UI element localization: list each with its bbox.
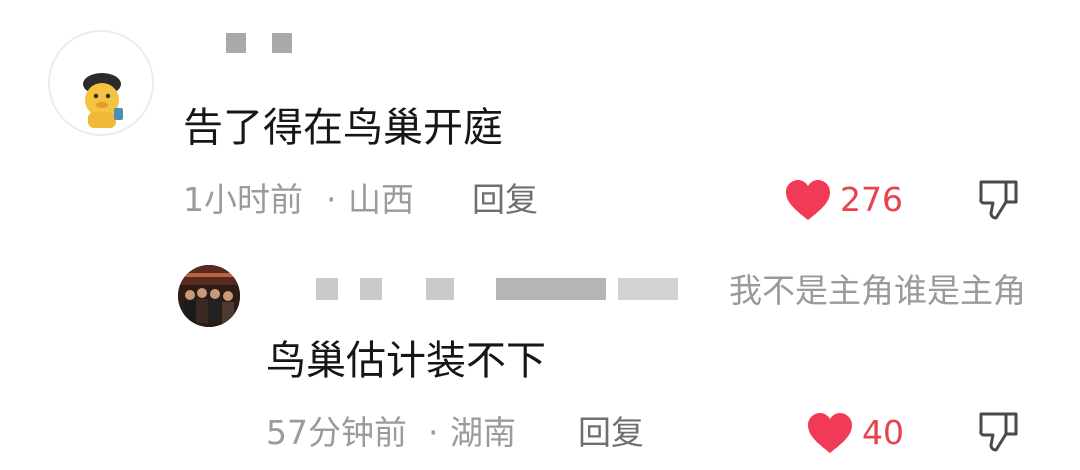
commenter-username-redacted[interactable] xyxy=(226,33,306,57)
reply-time: 57分钟前 xyxy=(266,413,407,452)
redaction-block xyxy=(316,278,338,300)
redaction-block xyxy=(618,278,678,300)
like-button[interactable] xyxy=(806,411,854,455)
dislike-button[interactable] xyxy=(978,178,1020,220)
redaction-block xyxy=(426,278,454,300)
dislike-button[interactable] xyxy=(978,410,1020,452)
comment-text: 告了得在鸟巢开庭 xyxy=(183,105,503,151)
reply-text: 鸟巢估计装不下 xyxy=(266,338,546,384)
reply-header: 我不是主角谁是主角 xyxy=(266,268,1026,314)
redaction-block xyxy=(272,33,292,53)
like-count: 40 xyxy=(862,413,904,452)
replier-avatar[interactable] xyxy=(178,265,240,327)
comment-time: 1小时前 xyxy=(183,180,303,219)
heart-icon xyxy=(808,413,852,453)
like-count: 276 xyxy=(840,180,903,219)
heart-icon xyxy=(786,180,830,220)
meta-separator: · xyxy=(326,180,337,219)
reply-location: 湖南 xyxy=(450,413,516,452)
redaction-block xyxy=(360,278,382,300)
reply-button[interactable]: 回复 xyxy=(472,180,538,220)
meta-separator: · xyxy=(428,413,439,452)
comment-location: 山西 xyxy=(348,180,414,219)
reply-quote-text: 我不是主角谁是主角 xyxy=(729,271,1026,310)
redaction-block xyxy=(226,33,246,53)
commenter-avatar[interactable] xyxy=(48,30,154,136)
redaction-block xyxy=(496,278,606,300)
group-photo-avatar-icon xyxy=(178,265,240,327)
like-button[interactable] xyxy=(784,178,832,222)
cartoon-duck-avatar-icon xyxy=(50,32,152,134)
reply-button[interactable]: 回复 xyxy=(578,413,644,453)
thumbs-down-icon xyxy=(979,180,1018,220)
thumbs-down-icon xyxy=(979,412,1018,452)
